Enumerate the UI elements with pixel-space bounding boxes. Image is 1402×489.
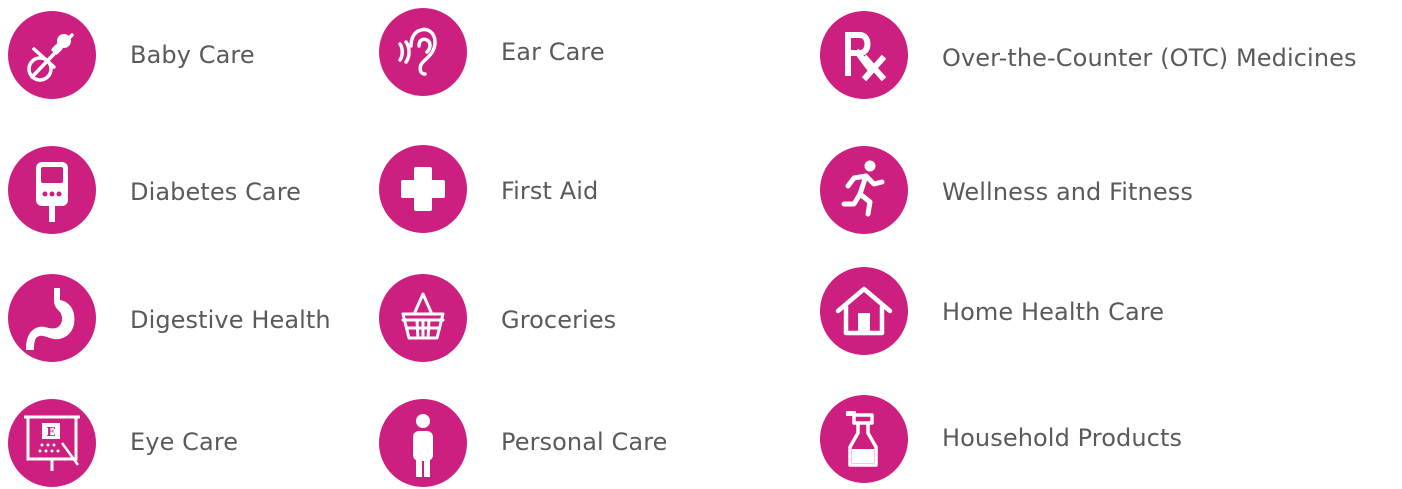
pacifier-icon — [8, 11, 96, 99]
person-icon — [379, 399, 467, 487]
ear-icon — [379, 8, 467, 96]
category-label: Wellness and Fitness — [942, 178, 1193, 206]
category-label: Baby Care — [130, 41, 255, 69]
eye-chart-icon: E — [8, 399, 96, 487]
category-label: Diabetes Care — [130, 178, 302, 206]
house-icon — [820, 267, 908, 355]
category-label: First Aid — [501, 177, 599, 205]
category-label: Personal Care — [501, 428, 668, 456]
shopping-basket-icon — [379, 274, 467, 362]
rx-icon — [820, 11, 908, 99]
spray-bottle-icon — [820, 395, 908, 483]
first-aid-cross-icon — [379, 145, 467, 233]
category-label: Digestive Health — [130, 306, 331, 334]
category-label: Ear Care — [501, 38, 605, 66]
category-label: Eye Care — [130, 428, 239, 456]
category-label: Home Health Care — [942, 298, 1165, 326]
category-label: Groceries — [501, 306, 617, 334]
category-label: Over-the-Counter (OTC) Medicines — [942, 44, 1357, 72]
running-person-icon — [820, 146, 908, 234]
svg-text:E: E — [46, 425, 55, 439]
stomach-icon — [8, 274, 96, 362]
glucose-meter-icon — [8, 146, 96, 234]
category-label: Household Products — [942, 424, 1183, 452]
